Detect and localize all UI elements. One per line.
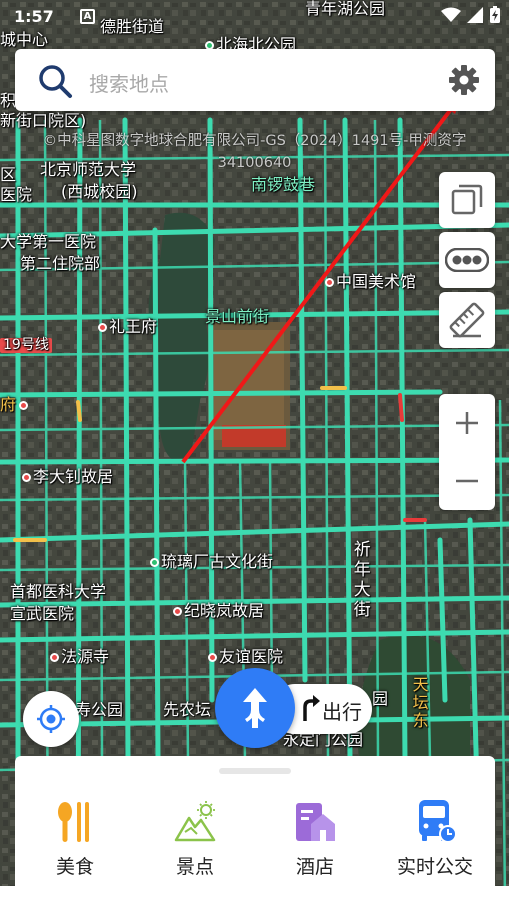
notification-icon: A [80, 9, 95, 24]
category-scenery[interactable]: 景点 [135, 796, 255, 886]
bus-icon [419, 800, 457, 843]
map-label: 法源寺 [50, 648, 109, 666]
zoom-control [439, 394, 495, 510]
subway-line-badge: 19号线 [0, 337, 52, 354]
turn-arrow-icon [303, 695, 320, 721]
ruler-button[interactable] [439, 292, 495, 348]
map-label: 新街口院区) [0, 111, 87, 130]
layers-button[interactable] [439, 172, 495, 228]
locate-button[interactable] [23, 691, 79, 747]
map-label: 先农坛 [163, 700, 212, 719]
wifi-icon [441, 7, 461, 22]
map-label: 友谊医院 [208, 648, 283, 666]
minus-icon [456, 479, 478, 483]
map-label: 宣武医院 [10, 604, 75, 623]
map-label: 李大钊故居 [22, 468, 113, 486]
signal-icon [467, 7, 483, 23]
navigation-button[interactable] [215, 668, 295, 748]
map-label: 府 [0, 396, 30, 414]
traffic-button[interactable] [439, 232, 495, 288]
map-label: 天坛东 [409, 676, 429, 730]
bottom-strip [0, 886, 509, 904]
category-bus[interactable]: 实时公交 [375, 796, 495, 886]
map-label: 景山前街 [205, 307, 270, 326]
map-label: 园 [372, 689, 389, 708]
plus-icon [456, 412, 478, 434]
map-label: 大学第一医院 [0, 232, 97, 251]
gear-icon[interactable] [447, 63, 481, 97]
locate-icon [37, 705, 65, 733]
status-bar: 1:57 A [0, 0, 509, 34]
navigation-icon [243, 688, 267, 728]
system-icons [441, 6, 501, 24]
go-label: 出行 [322, 700, 362, 724]
map-label: 礼王府 [98, 318, 157, 336]
map-label: 首都医科大学 [10, 582, 107, 601]
map-label: 琉璃厂古文化街 [150, 553, 273, 571]
zoom-in-button[interactable] [439, 394, 495, 452]
layers-icon [451, 184, 483, 215]
category-bar: 美食 景点 酒店 实时公交 [15, 796, 495, 886]
map-label: (西城校园) [61, 182, 138, 201]
category-food[interactable]: 美食 [15, 796, 135, 886]
map-label: 积 [0, 91, 17, 110]
map-copyright: ©中科星图数字地球合肥有限公司-GS（2024）1491号-甲测资字 34100… [42, 133, 467, 171]
drag-handle[interactable] [219, 768, 291, 774]
bottom-panel: 美食 景点 酒店 实时公交 [15, 756, 495, 886]
food-icon [58, 802, 89, 842]
status-time: 1:57 [14, 7, 54, 26]
search-bar[interactable]: 搜索地点 [15, 49, 495, 111]
map-label: 中国美术馆 [325, 273, 416, 291]
ruler-icon [449, 302, 485, 338]
battery-icon [490, 6, 500, 23]
map-label: 第二住院部 [20, 254, 101, 273]
search-input[interactable]: 搜索地点 [89, 68, 169, 97]
search-icon[interactable] [37, 63, 73, 99]
zoom-out-button[interactable] [439, 452, 495, 510]
category-hotel[interactable]: 酒店 [255, 796, 375, 886]
scenery-icon [174, 801, 216, 842]
map-label: 纪晓岚故居 [173, 602, 264, 620]
hotel-icon [296, 803, 335, 841]
map-label: 祈年大街 [349, 540, 370, 620]
traffic-icon [445, 248, 489, 272]
map-label: 寿公园 [75, 700, 124, 719]
map-label: 医院 [0, 185, 33, 204]
map-label: 南锣鼓巷 [251, 175, 316, 194]
